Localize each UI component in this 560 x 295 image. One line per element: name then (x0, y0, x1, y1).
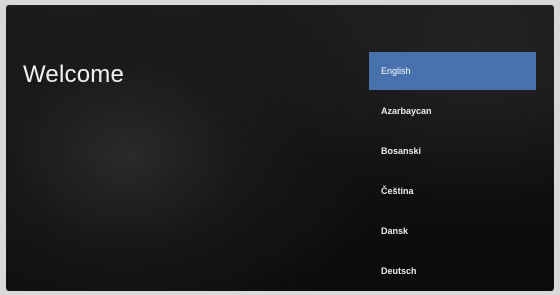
language-option-deutsch[interactable]: Deutsch (369, 252, 536, 290)
language-list: English Azarbaycan Bosanski Čeština Dans… (369, 52, 536, 291)
language-option-cestina[interactable]: Čeština (369, 172, 536, 210)
language-option-bosanski[interactable]: Bosanski (369, 132, 536, 170)
page-title: Welcome (23, 61, 124, 88)
tv-screen: Welcome English Azarbaycan Bosanski Češt… (6, 5, 554, 291)
language-option-dansk[interactable]: Dansk (369, 212, 536, 250)
language-option-english[interactable]: English (369, 52, 536, 90)
language-option-azarbaycan[interactable]: Azarbaycan (369, 92, 536, 130)
